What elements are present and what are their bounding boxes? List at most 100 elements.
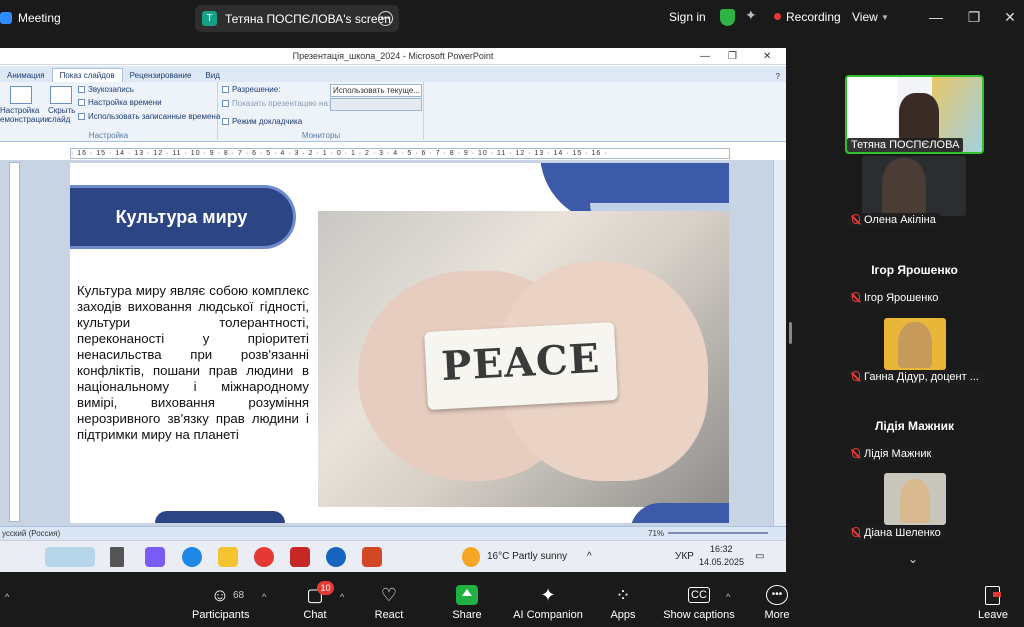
weather-text[interactable]: 16°C Partly sunny bbox=[487, 551, 567, 562]
tab-animation[interactable]: Анимация bbox=[0, 69, 52, 82]
tab-slideshow[interactable]: Показ слайдов bbox=[51, 68, 123, 82]
apps-button[interactable]: ⁘ Apps bbox=[606, 572, 640, 627]
resolution-icon bbox=[222, 86, 229, 93]
presenter-view-checkbox[interactable]: Режим докладчика bbox=[222, 117, 302, 126]
more-options-icon[interactable]: ••• bbox=[378, 11, 393, 26]
input-language[interactable]: УКР bbox=[675, 551, 694, 562]
setup-show-button[interactable]: Настройка емонстрации bbox=[0, 106, 49, 124]
security-shield-icon[interactable] bbox=[720, 9, 735, 26]
screen-share-pill[interactable]: T Тетяна ПОСПЄЛОВА's screen ••• bbox=[195, 5, 399, 32]
task-view-icon[interactable] bbox=[110, 547, 124, 567]
participant-tile[interactable] bbox=[884, 318, 946, 370]
zoom-slider[interactable] bbox=[668, 532, 768, 534]
slide-canvas[interactable]: Культура миру Культура миру являє собою … bbox=[70, 163, 729, 523]
slide-footer-wave bbox=[630, 503, 729, 523]
notification-icon[interactable]: ▭ bbox=[755, 551, 764, 562]
sign-in-link[interactable]: Sign in bbox=[669, 10, 706, 24]
meeting-toolbar: ^ ☺ 68 Participants ^ ▢ 10 Chat ^ ♡ React … bbox=[0, 572, 1024, 627]
participant-name: Тетяна ПОСПЄЛОВА bbox=[847, 138, 964, 152]
panel-resize-handle[interactable] bbox=[789, 322, 792, 344]
resolution-select[interactable]: Использовать текуще... bbox=[330, 84, 422, 97]
weather-icon[interactable] bbox=[462, 547, 480, 567]
pdf-app-icon[interactable] bbox=[290, 547, 310, 567]
react-button[interactable]: ♡ React bbox=[370, 572, 408, 627]
participant-name: Ігор Ярошенко bbox=[848, 291, 943, 305]
setup-show-icon[interactable] bbox=[10, 86, 32, 104]
heart-icon: ♡ bbox=[380, 585, 398, 605]
scroll-down-chevron-icon[interactable]: ⌄ bbox=[908, 552, 918, 566]
view-chevron-icon[interactable]: ▼ bbox=[881, 13, 889, 22]
zoom-app-icon[interactable] bbox=[326, 547, 346, 567]
vertical-scrollbar[interactable] bbox=[773, 160, 786, 526]
tab-review[interactable]: Рецензирование bbox=[123, 69, 199, 82]
participant-name: Ганна Дідур, доцент ... bbox=[848, 370, 983, 384]
use-timings-checkbox[interactable]: Использовать записанные времена bbox=[78, 112, 220, 121]
taskbar-landscape-icon[interactable] bbox=[45, 547, 95, 567]
restore-icon[interactable]: ❐ bbox=[962, 6, 986, 28]
ribbon-group-monitors: Разрешение: Использовать текуще... Показ… bbox=[219, 82, 424, 142]
apps-label: Apps bbox=[610, 609, 636, 621]
recording-indicator[interactable]: Recording bbox=[774, 10, 841, 24]
presenter-avatar: T bbox=[202, 11, 217, 26]
participant-tile[interactable] bbox=[884, 473, 946, 525]
narration-icon bbox=[78, 86, 85, 93]
chat-label: Chat bbox=[303, 609, 327, 621]
ai-companion-button[interactable]: ✦ AI Companion bbox=[512, 572, 584, 627]
ppt-close-icon[interactable]: ✕ bbox=[763, 48, 771, 65]
leave-label: Leave bbox=[978, 609, 1008, 621]
clock-date[interactable]: 14.05.2025 bbox=[699, 557, 744, 567]
share-label: Share bbox=[452, 609, 482, 621]
participant-name-text: Діана Шеленко bbox=[864, 527, 941, 539]
chat-badge: 10 bbox=[317, 581, 334, 595]
help-icon[interactable]: ? bbox=[770, 71, 786, 82]
close-icon[interactable]: ✕ bbox=[998, 6, 1022, 28]
participants-button[interactable]: ☺ 68 Participants bbox=[192, 572, 249, 627]
record-narration-label: Звукозапись bbox=[88, 85, 134, 94]
minimize-icon[interactable]: — bbox=[924, 6, 948, 28]
apps-icon: ⁘ bbox=[615, 585, 631, 605]
more-button[interactable]: ••• More bbox=[760, 572, 794, 627]
show-on-select[interactable] bbox=[330, 98, 422, 111]
edge-icon[interactable] bbox=[182, 547, 202, 567]
mic-muted-icon bbox=[852, 527, 860, 537]
ppt-window-title: Презентація_школа_2024 - Microsoft Power… bbox=[292, 51, 494, 61]
rehearse-timings-button[interactable]: Настройка времени bbox=[78, 98, 162, 107]
ribbon-group-setup: Настройка емонстрации Скрыть слайд Звуко… bbox=[0, 82, 220, 142]
hide-slide-icon[interactable] bbox=[50, 86, 72, 104]
leave-button[interactable]: Leave bbox=[976, 572, 1010, 627]
meeting-title: Meeting bbox=[18, 11, 61, 25]
captions-label: Show captions bbox=[663, 609, 735, 621]
file-explorer-icon[interactable] bbox=[218, 547, 238, 567]
powerpoint-icon[interactable] bbox=[362, 547, 382, 567]
paper-note: PEACE bbox=[424, 322, 618, 410]
participant-name: Лідія Мажник bbox=[848, 447, 936, 461]
record-narration-button[interactable]: Звукозапись bbox=[78, 85, 134, 94]
recording-label: Recording bbox=[786, 10, 841, 24]
mic-muted-icon bbox=[852, 448, 860, 458]
rehearse-label: Настройка времени bbox=[88, 98, 162, 107]
ppt-minimize-icon[interactable]: — bbox=[700, 48, 710, 65]
copilot-icon[interactable] bbox=[145, 547, 165, 567]
tray-chevron-icon[interactable]: ^ bbox=[587, 551, 592, 562]
hide-slide-button[interactable]: Скрыть слайд bbox=[48, 106, 75, 124]
show-on-icon bbox=[222, 100, 229, 107]
chat-button[interactable]: ▢ 10 Chat bbox=[298, 572, 334, 627]
participant-tile[interactable] bbox=[862, 156, 966, 216]
audio-options-chevron-icon[interactable]: ^ bbox=[5, 592, 9, 602]
clock-time[interactable]: 16:32 bbox=[710, 544, 733, 554]
participants-chevron-icon[interactable]: ^ bbox=[262, 592, 266, 602]
view-button[interactable]: View bbox=[852, 10, 878, 24]
share-button[interactable]: Share bbox=[448, 572, 486, 627]
tab-view[interactable]: Вид bbox=[198, 69, 226, 82]
participant-avatar bbox=[900, 479, 930, 523]
ai-sparkle-icon[interactable]: ✦ bbox=[745, 7, 757, 24]
horizontal-ruler: · 16 · 15 · 14 · 13 · 12 · 11 · 10 · 9 ·… bbox=[70, 148, 730, 159]
chat-chevron-icon[interactable]: ^ bbox=[340, 592, 344, 602]
captions-chevron-icon[interactable]: ^ bbox=[726, 592, 730, 602]
ppt-restore-icon[interactable]: ❐ bbox=[728, 48, 737, 65]
chrome-icon[interactable] bbox=[254, 547, 274, 567]
zoom-logo-icon bbox=[0, 12, 12, 24]
participant-tile-active[interactable]: Тетяна ПОСПЄЛОВА bbox=[845, 75, 984, 154]
participants-count: 68 bbox=[233, 590, 245, 601]
captions-button[interactable]: CC Show captions bbox=[662, 572, 736, 627]
